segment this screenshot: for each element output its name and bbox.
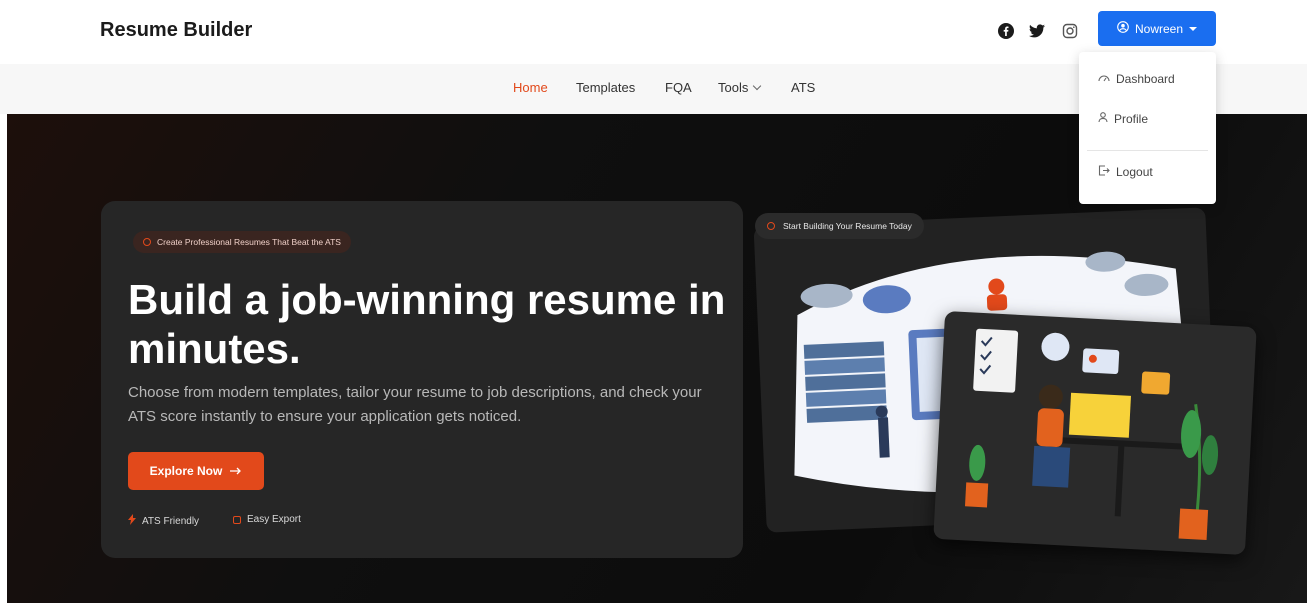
nav-item-tools-label: Tools (718, 80, 749, 95)
brand-logo[interactable]: Resume Builder (100, 19, 252, 42)
dropdown-item-profile[interactable]: Profile (1098, 112, 1148, 126)
user-dropdown-menu: Dashboard Profile Logout (1079, 52, 1216, 204)
export-icon (233, 515, 241, 524)
illustration-badge: Start Building Your Resume Today (755, 213, 924, 239)
bolt-icon (128, 514, 136, 528)
gauge-icon (1098, 72, 1110, 86)
badge-dot-icon (143, 238, 151, 246)
chevron-down-icon (753, 81, 762, 91)
twitter-icon[interactable] (1026, 20, 1048, 42)
dropdown-item-dashboard[interactable]: Dashboard (1098, 72, 1175, 86)
logout-icon (1098, 165, 1110, 179)
dropdown-item-logout[interactable]: Logout (1098, 165, 1153, 179)
instagram-icon[interactable] (1059, 20, 1081, 42)
hero-badge-text: Create Professional Resumes That Beat th… (157, 237, 341, 247)
dropdown-divider (1087, 150, 1208, 151)
dropdown-item-label: Logout (1116, 165, 1153, 179)
user-menu-button[interactable]: Nowreen (1098, 11, 1216, 46)
illustration-front-card (933, 310, 1257, 556)
explore-now-button[interactable]: Explore Now (128, 452, 264, 490)
hero-description: Choose from modern templates, tailor you… (128, 384, 702, 425)
caret-down-icon (1189, 26, 1198, 31)
badge-dot-icon (767, 222, 775, 230)
user-circle-icon (1117, 21, 1129, 36)
feature-label: ATS Friendly (142, 515, 200, 527)
dropdown-item-label: Profile (1114, 112, 1149, 126)
nav-item-fqa[interactable]: FQA (665, 80, 692, 95)
feature-label: Easy Export (247, 514, 301, 525)
hero-headline: Build a job-winning resume in minutes. (128, 276, 726, 372)
feature-ats-friendly: ATS Friendly (128, 514, 199, 528)
explore-now-label: Explore Now (149, 464, 223, 478)
user-icon (1098, 112, 1108, 126)
nav-item-ats[interactable]: ATS (791, 80, 815, 95)
hero-card: Create Professional Resumes That Beat th… (101, 201, 743, 558)
arrow-right-icon (230, 464, 242, 478)
feature-easy-export: Easy Export (233, 514, 301, 525)
facebook-icon[interactable] (995, 20, 1017, 42)
nav-item-templates[interactable]: Templates (576, 80, 635, 95)
person-at-desk-illustration (964, 328, 1219, 540)
nav-item-home[interactable]: Home (513, 80, 548, 95)
user-name: Nowreen (1134, 21, 1184, 36)
illustration-badge-text: Start Building Your Resume Today (783, 221, 912, 231)
dropdown-item-label: Dashboard (1116, 72, 1175, 86)
nav-item-tools[interactable]: Tools (718, 80, 762, 95)
hero-badge: Create Professional Resumes That Beat th… (133, 231, 351, 253)
